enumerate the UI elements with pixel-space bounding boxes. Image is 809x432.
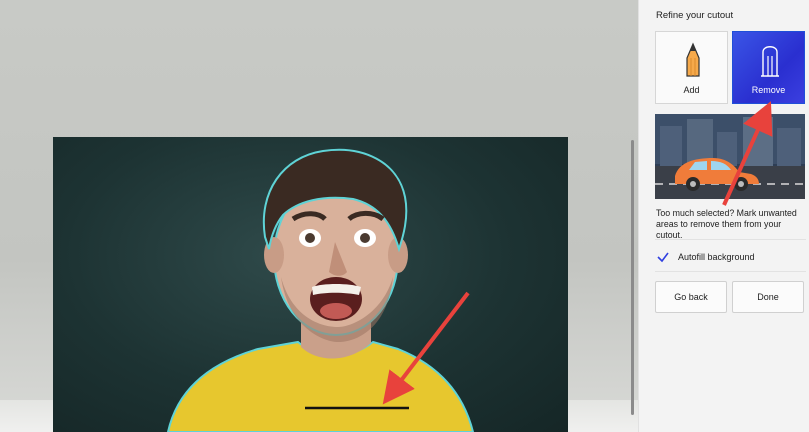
checkmark-icon	[657, 252, 669, 263]
autofill-label: Autofill background	[678, 252, 755, 262]
hint-text: Too much selected? Mark unwanted areas t…	[656, 208, 797, 240]
add-tool-button[interactable]: Add	[655, 31, 728, 104]
divider	[655, 271, 806, 272]
go-back-button[interactable]: Go back	[655, 281, 727, 313]
person-image	[166, 148, 475, 432]
remove-tool-button[interactable]: Remove	[732, 31, 805, 104]
editing-canvas[interactable]	[0, 0, 638, 432]
panel-title: Refine your cutout	[656, 10, 734, 21]
add-tool-label: Add	[683, 85, 700, 95]
done-button[interactable]: Done	[732, 281, 804, 313]
autofill-checkbox[interactable]: Autofill background	[656, 249, 755, 265]
vertical-scrollbar[interactable]	[631, 140, 634, 415]
pencil-icon	[686, 42, 700, 77]
photo-cutout[interactable]	[53, 137, 568, 432]
refine-panel: Refine your cutout Add Remove Too much s…	[638, 0, 809, 432]
remove-tool-preview-image	[655, 114, 805, 199]
remove-tool-label: Remove	[751, 85, 786, 95]
eraser-icon	[761, 46, 779, 77]
divider	[655, 239, 806, 240]
